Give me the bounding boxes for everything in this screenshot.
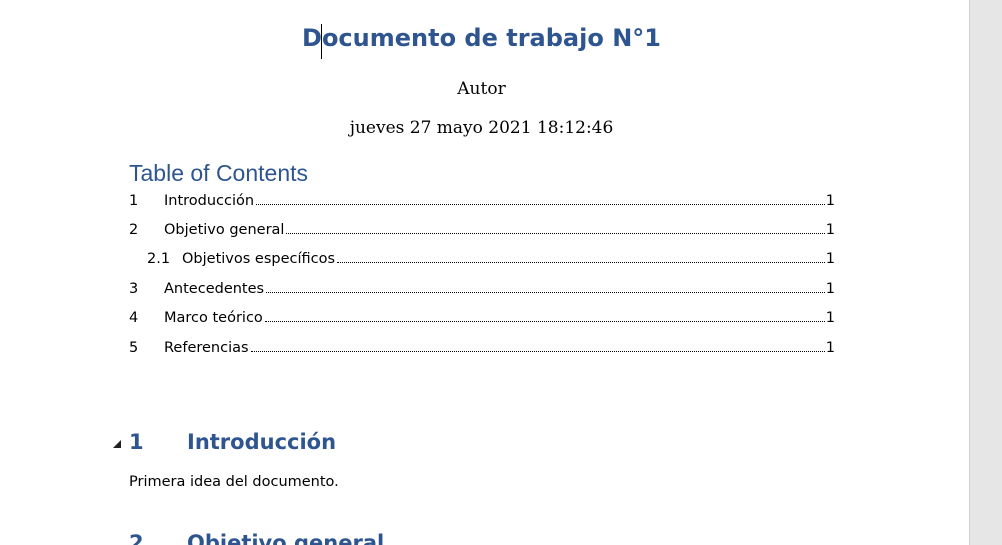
toc-leader-dots xyxy=(286,221,825,234)
toc-entry[interactable]: 2.1 Objetivos específicos 1 xyxy=(147,250,835,272)
document-author[interactable]: Autor xyxy=(0,79,963,99)
toc-entry[interactable]: 1 Introducción 1 xyxy=(129,192,835,214)
toc-leader-dots xyxy=(337,250,825,263)
document-date[interactable]: jueves 27 mayo 2021 18:12:46 xyxy=(0,118,963,138)
toc-entry-page: 1 xyxy=(825,193,835,209)
toc-entry-page: 1 xyxy=(825,310,835,326)
toc-entry-label: Objetivos específicos xyxy=(182,251,336,267)
toc-entry-page: 1 xyxy=(825,251,835,267)
toc-entry-page: 1 xyxy=(825,340,835,356)
toc-entry-number: 1 xyxy=(129,193,139,209)
toc-entry[interactable]: 4 Marco teórico 1 xyxy=(129,309,835,331)
toc-entry-label: Marco teórico xyxy=(164,310,263,326)
toc-entry-label: Introducción xyxy=(164,193,255,209)
body-paragraph[interactable]: Primera idea del documento. xyxy=(129,474,339,490)
toc-entry-number: 4 xyxy=(129,310,139,326)
document-title[interactable]: Documento de trabajo N°1 xyxy=(0,24,963,52)
toc-entry-label: Referencias xyxy=(164,340,249,356)
section-heading-objetivo-general[interactable]: 2 Objetivo general xyxy=(129,531,384,545)
toc-entry-label: Antecedentes xyxy=(164,281,265,297)
vertical-scroll-gutter[interactable] xyxy=(969,0,1002,545)
toc-leader-dots xyxy=(256,192,825,205)
toc-entry[interactable]: 3 Antecedentes 1 xyxy=(129,280,835,302)
toc-entry-number: 2.1 xyxy=(147,251,171,267)
toc-entry[interactable]: 2 Objetivo general 1 xyxy=(129,221,835,243)
collapse-triangle-icon[interactable] xyxy=(112,439,122,449)
section-title: Introducción xyxy=(187,430,337,454)
document-page[interactable]: Documento de trabajo N°1 Autor jueves 27… xyxy=(0,0,969,545)
toc-entry-page: 1 xyxy=(825,281,835,297)
toc-leader-dots xyxy=(250,339,825,352)
toc-entry-page: 1 xyxy=(825,222,835,238)
toc-entry[interactable]: 5 Referencias 1 xyxy=(129,339,835,361)
toc-entry-label: Objetivo general xyxy=(164,222,285,238)
section-title: Objetivo general xyxy=(187,531,385,545)
toc-heading[interactable]: Table of Contents xyxy=(129,160,308,187)
toc-leader-dots xyxy=(266,280,825,293)
toc-entry-number: 3 xyxy=(129,281,139,297)
toc-entry-number: 5 xyxy=(129,340,139,356)
document-viewport: Documento de trabajo N°1 Autor jueves 27… xyxy=(0,0,1002,545)
toc-entry-number: 2 xyxy=(129,222,139,238)
toc-leader-dots xyxy=(264,309,825,322)
section-heading-introduccion[interactable]: 1 Introducción xyxy=(129,430,336,454)
section-number: 2 xyxy=(129,531,144,545)
section-number: 1 xyxy=(129,430,144,454)
